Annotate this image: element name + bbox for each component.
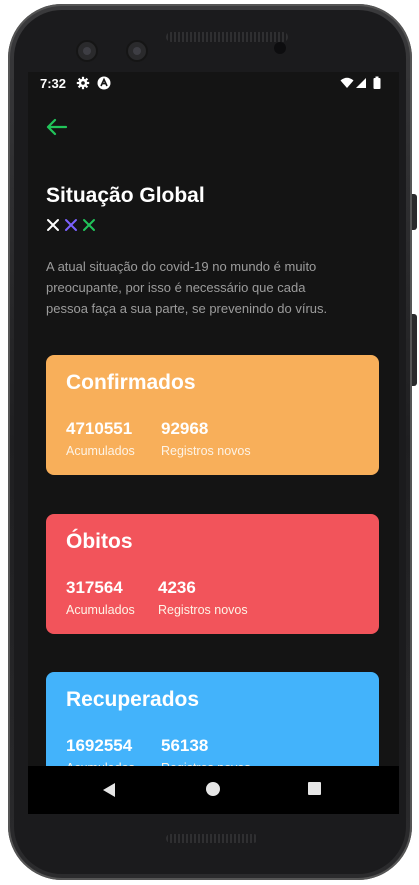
status-time: 7:32 [40,76,67,91]
x-icon-purple [65,219,77,231]
accumulated-value: 1692554 [66,736,133,755]
power-button [412,194,417,230]
accumulated-label: Acumulados [66,603,135,617]
card-title: Óbitos [66,530,133,553]
front-camera-icon [126,40,148,62]
android-a-icon [97,76,111,90]
status-bar: 7:32 [28,72,399,96]
new-records-value: 56138 [161,736,209,755]
accumulated-value: 317564 [66,578,123,597]
new-records-stat: 92968 Registros novos [161,419,251,458]
accumulated-label: Acumulados [66,444,135,458]
accumulated-stat: 4710551 Acumulados [66,419,135,458]
new-records-stat: 4236 Registros novos [158,578,248,617]
signal-icon [356,78,366,88]
card-title: Confirmados [66,371,196,394]
new-records-label: Registros novos [161,444,251,458]
earpiece-speaker [166,32,288,42]
battery-icon [373,76,381,89]
card-title: Recuperados [66,688,200,711]
gear-icon [76,76,90,90]
wifi-icon [340,77,354,88]
home-circle-icon[interactable] [206,782,220,796]
top-bezel [28,20,399,72]
proximity-sensor [274,42,286,54]
front-camera-icon [76,40,98,62]
recents-square-icon[interactable] [308,782,321,795]
new-records-value: 92968 [161,419,209,438]
new-records-label: Registros novos [158,603,248,617]
description-text: A atual situação do covid-19 no mundo é … [46,259,328,316]
back-triangle-icon[interactable] [102,782,116,798]
x-icon-green [83,219,95,231]
deaths-card[interactable]: Óbitos 317564 Acumulados 4236 Registros … [46,514,379,634]
back-arrow-icon[interactable] [44,114,70,140]
accumulated-stat: 317564 Acumulados [66,578,135,617]
system-nav-bar [28,766,399,814]
confirmed-card[interactable]: Confirmados 4710551 Acumulados 92968 Reg… [46,355,379,475]
x-icon-white [47,219,59,231]
bottom-speaker [166,834,258,843]
page-title: Situação Global [46,184,205,207]
new-records-value: 4236 [158,578,196,597]
app-screen: 7:32 Situação Global A atual situação do… [28,72,399,814]
title-decoration [46,218,100,232]
volume-button [412,314,417,386]
accumulated-value: 4710551 [66,419,133,438]
